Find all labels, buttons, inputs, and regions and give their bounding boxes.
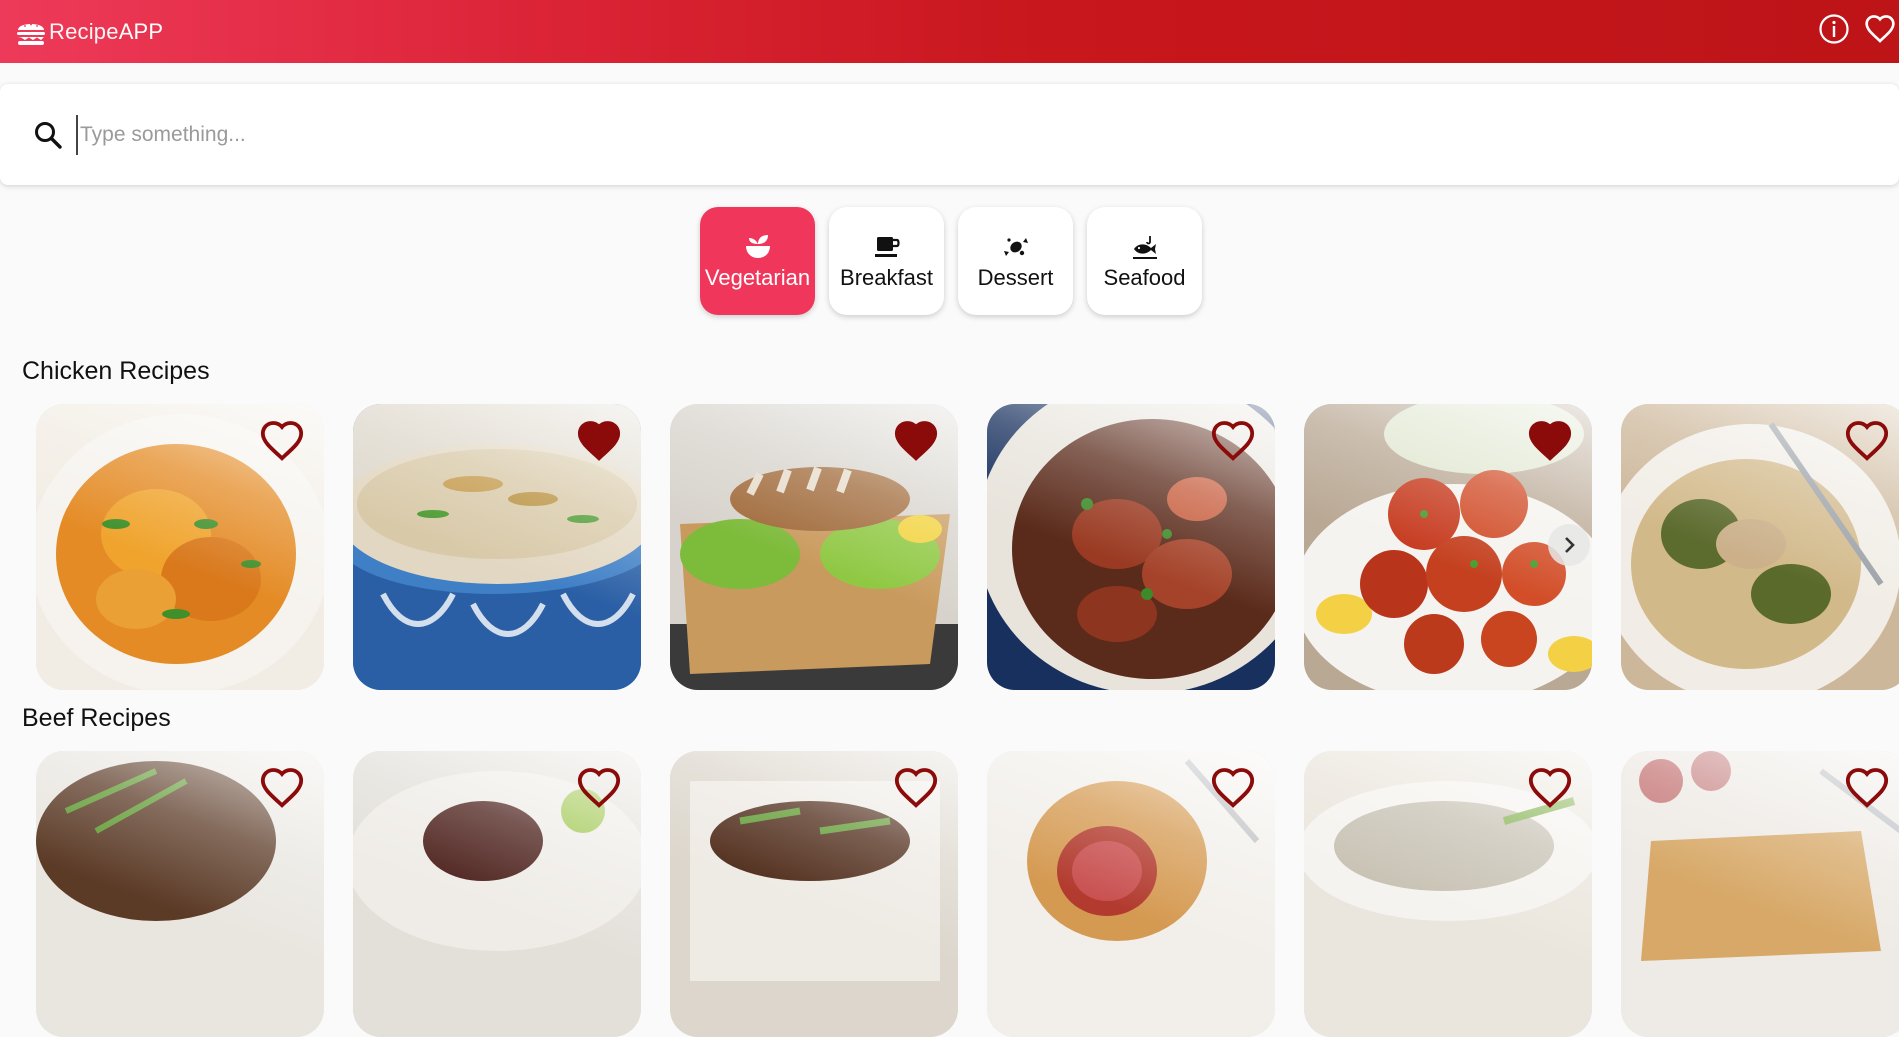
brand-name-bold: APP: [118, 18, 164, 44]
recipe-card[interactable]: [670, 751, 958, 1037]
heart-outline-icon[interactable]: [1843, 418, 1891, 464]
search-bar: [0, 84, 1899, 185]
recipe-card[interactable]: [36, 751, 324, 1037]
search-input[interactable]: [76, 114, 1856, 155]
heart-filled-icon[interactable]: [1526, 418, 1574, 464]
info-icon: [1819, 14, 1849, 44]
fish-icon: [1132, 235, 1157, 259]
recipe-card[interactable]: [987, 404, 1275, 690]
category-seafood[interactable]: Seafood: [1087, 207, 1202, 315]
scroll-next-button[interactable]: [1548, 524, 1590, 566]
chevron-right-icon: [1565, 537, 1575, 553]
heart-outline-icon[interactable]: [1843, 765, 1891, 811]
favorites-button[interactable]: [1863, 12, 1897, 46]
recipe-card[interactable]: [1621, 404, 1899, 690]
brand[interactable]: RecipeAPP: [15, 16, 163, 48]
category-vegetarian[interactable]: Vegetarian: [700, 207, 815, 315]
heart-outline-icon[interactable]: [258, 418, 306, 464]
recipe-card[interactable]: [36, 404, 324, 690]
category-chips: Vegetarian Breakfast Dessert Seafood: [700, 207, 1202, 315]
coffee-icon: [874, 236, 900, 257]
recipe-row-beef: [36, 751, 1899, 1037]
heart-outline-icon: [1865, 15, 1895, 43]
category-label: Dessert: [977, 264, 1054, 290]
section-title-chicken: Chicken Recipes: [22, 357, 210, 385]
recipe-card[interactable]: [987, 751, 1275, 1037]
heart-outline-icon[interactable]: [1209, 418, 1257, 464]
info-button[interactable]: [1817, 12, 1851, 46]
burger-icon: [17, 23, 45, 45]
search-icon: [35, 121, 62, 149]
heart-outline-icon[interactable]: [892, 765, 940, 811]
recipe-card[interactable]: [1621, 751, 1899, 1037]
category-label: Seafood: [1103, 264, 1186, 290]
recipe-card[interactable]: [670, 404, 958, 690]
section-title-beef: Beef Recipes: [22, 704, 171, 732]
category-label: Breakfast: [840, 264, 933, 290]
heart-filled-icon[interactable]: [575, 418, 623, 464]
heart-outline-icon[interactable]: [1526, 765, 1574, 811]
heart-outline-icon[interactable]: [575, 765, 623, 811]
recipe-card[interactable]: [353, 751, 641, 1037]
recipe-row-chicken: [36, 404, 1899, 690]
category-label: Vegetarian: [704, 264, 811, 290]
top-app-bar: RecipeAPP: [0, 0, 1899, 63]
heart-filled-icon[interactable]: [892, 418, 940, 464]
heart-outline-icon[interactable]: [258, 765, 306, 811]
candy-icon: [1003, 237, 1028, 256]
heart-outline-icon[interactable]: [1209, 765, 1257, 811]
category-dessert[interactable]: Dessert: [958, 207, 1073, 315]
recipe-card[interactable]: [1304, 751, 1592, 1037]
category-breakfast[interactable]: Breakfast: [829, 207, 944, 315]
bowl-leaf-icon: [745, 234, 770, 258]
recipe-card[interactable]: [353, 404, 641, 690]
brand-name-light: Recipe: [49, 18, 119, 44]
